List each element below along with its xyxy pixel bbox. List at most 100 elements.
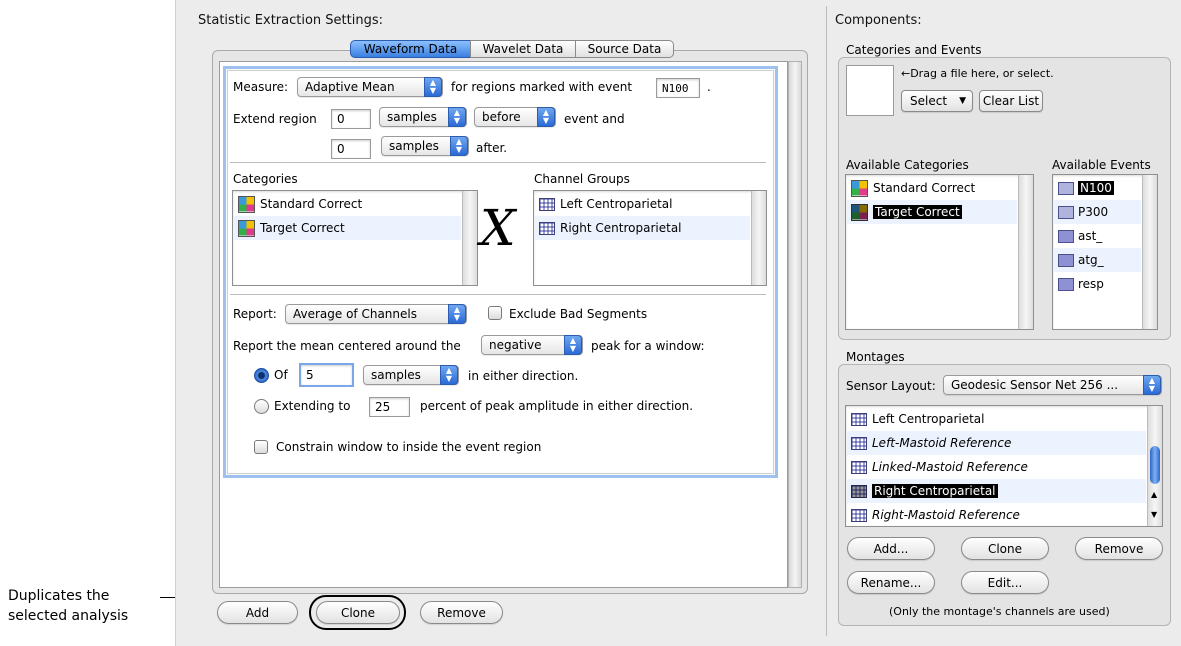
list-scrollbar[interactable] bbox=[1142, 175, 1157, 329]
extending-radio[interactable] bbox=[254, 399, 269, 414]
divider-1 bbox=[230, 162, 766, 163]
list-scrollbar[interactable] bbox=[751, 191, 766, 285]
updown-arrows-icon: ▲ ▼ bbox=[448, 304, 466, 324]
list-item[interactable]: N100 bbox=[1054, 176, 1141, 200]
updown-arrows-icon: ▲ ▼ bbox=[1143, 375, 1161, 395]
list-scrollbar[interactable] bbox=[1018, 175, 1033, 329]
exclude-bad-segments-checkbox[interactable] bbox=[488, 306, 502, 320]
list-item[interactable]: atg_ bbox=[1054, 248, 1141, 272]
list-item[interactable]: Right-Mastoid Reference bbox=[847, 503, 1146, 526]
extend-label: Extend region bbox=[233, 112, 317, 126]
of-radio[interactable] bbox=[254, 368, 269, 383]
callout-line1: Duplicates the bbox=[8, 588, 110, 604]
channel-groups-list[interactable]: Left Centroparietal Right Centroparietal bbox=[533, 190, 767, 286]
available-categories-label: Available Categories bbox=[846, 158, 969, 172]
percent-text: percent of peak amplitude in either dire… bbox=[420, 399, 694, 413]
list-scrollbar[interactable] bbox=[462, 191, 477, 285]
constrain-checkbox[interactable] bbox=[254, 440, 268, 454]
tab-waveform-data[interactable]: Waveform Data bbox=[350, 40, 471, 58]
categories-list[interactable]: Standard Correct Target Correct bbox=[232, 190, 478, 286]
tab-source-data[interactable]: Source Data bbox=[575, 40, 674, 58]
montage-icon bbox=[851, 508, 867, 522]
updown-arrows-icon: ▲ ▼ bbox=[564, 335, 582, 355]
montage-clone-button[interactable]: Clone bbox=[961, 537, 1049, 560]
before-popup[interactable]: before ▲ ▼ bbox=[474, 107, 556, 127]
regions-text: for regions marked with event bbox=[451, 80, 633, 94]
categories-label: Categories bbox=[233, 172, 298, 186]
channel-group-icon bbox=[539, 197, 555, 211]
montage-edit-button[interactable]: Edit... bbox=[961, 571, 1049, 594]
constrain-label: Constrain window to inside the event reg… bbox=[276, 440, 542, 454]
extend-before-field[interactable]: 0 bbox=[331, 109, 371, 129]
report-popup[interactable]: Average of Channels ▲ ▼ bbox=[285, 304, 467, 324]
event-icon bbox=[1058, 181, 1074, 195]
remove-analysis-button[interactable]: Remove bbox=[420, 601, 503, 624]
clear-list-button[interactable]: Clear List bbox=[979, 90, 1043, 112]
montage-remove-button[interactable]: Remove bbox=[1075, 537, 1163, 560]
list-item[interactable]: Linked-Mastoid Reference bbox=[847, 455, 1146, 479]
peak-text: peak for a window: bbox=[591, 339, 705, 353]
list-item[interactable]: Standard Correct bbox=[847, 176, 1017, 200]
cat-events-label: Categories and Events bbox=[846, 43, 982, 57]
updown-arrows-icon: ▲ ▼ bbox=[448, 107, 466, 127]
list-item[interactable]: resp bbox=[1054, 272, 1141, 296]
montage-rename-button[interactable]: Rename... bbox=[847, 571, 935, 594]
available-categories-list[interactable]: Standard Correct Target Correct bbox=[845, 174, 1034, 330]
list-item[interactable]: Right Centroparietal bbox=[847, 479, 1146, 503]
select-button[interactable]: Select ▼ bbox=[901, 90, 973, 112]
list-item[interactable]: Left Centroparietal bbox=[535, 192, 750, 216]
list-item[interactable]: Target Correct bbox=[847, 200, 1017, 224]
montage-icon bbox=[851, 436, 867, 450]
add-analysis-button[interactable]: Add bbox=[217, 601, 298, 624]
list-item[interactable]: Right Centroparietal bbox=[535, 216, 750, 240]
list-item[interactable]: Target Correct bbox=[234, 216, 461, 240]
category-icon bbox=[238, 195, 255, 213]
scroll-down-arrow-icon[interactable]: ▼ bbox=[1151, 510, 1157, 519]
drag-hint-text: ←Drag a file here, or select. bbox=[901, 67, 1054, 80]
montage-add-button[interactable]: Add... bbox=[847, 537, 935, 560]
updown-arrows-icon: ▲ ▼ bbox=[537, 107, 555, 127]
either-direction-text: in either direction. bbox=[468, 369, 579, 383]
clone-analysis-button[interactable]: Clone bbox=[316, 601, 400, 624]
cross-product-symbol: X bbox=[480, 199, 516, 257]
event-field[interactable]: N100 bbox=[656, 78, 700, 98]
components-title: Components: bbox=[835, 13, 922, 28]
scroll-up-arrow-icon[interactable]: ▲ bbox=[1151, 490, 1157, 499]
montages-scrollbar[interactable]: ▲ ▼ bbox=[1147, 406, 1162, 526]
montages-list[interactable]: Left Centroparietal Left-Mastoid Referen… bbox=[845, 405, 1163, 527]
montages-label: Montages bbox=[846, 350, 905, 364]
event-icon bbox=[1058, 229, 1074, 243]
extend-after-field[interactable]: 0 bbox=[331, 139, 371, 159]
montage-icon bbox=[851, 412, 867, 426]
list-item[interactable]: Standard Correct bbox=[234, 192, 461, 216]
units-popup-1[interactable]: samples ▲ ▼ bbox=[379, 107, 467, 127]
mean-text: Report the mean centered around the bbox=[233, 339, 461, 353]
channel-groups-label: Channel Groups bbox=[534, 172, 630, 186]
period-text: . bbox=[707, 80, 711, 94]
of-units-popup[interactable]: samples ▲ ▼ bbox=[363, 365, 459, 385]
list-item[interactable]: Left-Mastoid Reference bbox=[847, 431, 1146, 455]
sensor-layout-label: Sensor Layout: bbox=[846, 379, 936, 393]
channel-group-icon bbox=[539, 221, 555, 235]
scroll-thumb[interactable] bbox=[1150, 446, 1160, 484]
tab-wavelet-data[interactable]: Wavelet Data bbox=[470, 40, 576, 58]
sensor-layout-popup[interactable]: Geodesic Sensor Net 256 ... ▲ ▼ bbox=[943, 375, 1162, 395]
extending-label: Extending to bbox=[274, 399, 351, 413]
updown-arrows-icon: ▲ ▼ bbox=[440, 365, 458, 385]
extending-field[interactable]: 25 bbox=[369, 397, 410, 417]
montage-icon bbox=[851, 460, 867, 474]
of-field[interactable]: 5 bbox=[299, 363, 354, 387]
exclude-bad-segments-label: Exclude Bad Segments bbox=[509, 307, 648, 321]
divider-2 bbox=[230, 294, 766, 295]
list-item[interactable]: P300 bbox=[1054, 200, 1141, 224]
peak-popup[interactable]: negative ▲ ▼ bbox=[481, 335, 583, 355]
settings-scrollbar[interactable] bbox=[788, 61, 802, 588]
report-label: Report: bbox=[233, 307, 277, 321]
list-item[interactable]: Left Centroparietal bbox=[847, 407, 1146, 431]
updown-arrows-icon: ▲ ▼ bbox=[450, 136, 468, 156]
available-events-list[interactable]: N100 P300 ast_ atg_ resp bbox=[1052, 174, 1158, 330]
list-item[interactable]: ast_ bbox=[1054, 224, 1141, 248]
drop-well[interactable] bbox=[846, 65, 894, 116]
measure-popup[interactable]: Adaptive Mean ▲ ▼ bbox=[297, 77, 443, 97]
units-popup-2[interactable]: samples ▲ ▼ bbox=[381, 136, 469, 156]
